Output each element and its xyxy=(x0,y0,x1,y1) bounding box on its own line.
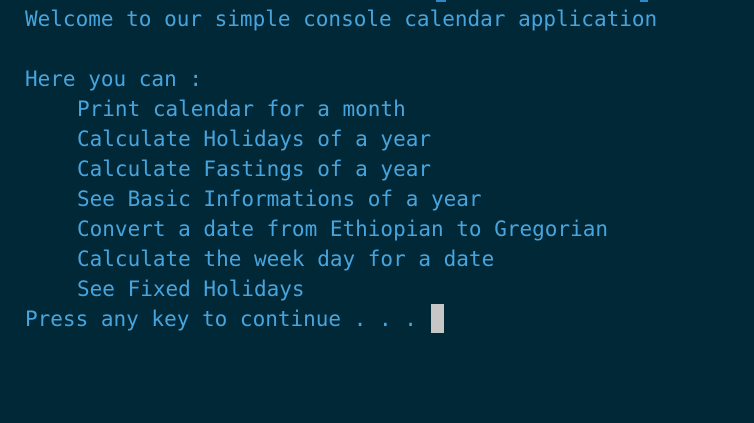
menu-item-calculate-holidays: Calculate Holidays of a year xyxy=(77,127,432,151)
console-window: { "colors": { "background": "#002837", "… xyxy=(0,0,754,423)
prompt-line[interactable]: Press any key to continue . . . xyxy=(25,304,754,334)
menu-item-convert-date: Convert a date from Ethiopian to Gregori… xyxy=(77,217,609,241)
welcome-line: Welcome to our simple console calendar a… xyxy=(25,7,658,31)
scroll-artifact xyxy=(640,0,648,2)
menu-item-print-calendar: Print calendar for a month xyxy=(77,97,406,121)
console-output: Welcome to our simple console calendar a… xyxy=(0,0,754,423)
menu-item-basic-informations: See Basic Informations of a year xyxy=(77,187,482,211)
menu-item-week-day: Calculate the week day for a date xyxy=(77,247,495,271)
text-cursor xyxy=(430,304,444,333)
menu-item-fixed-holidays: See Fixed Holidays xyxy=(77,277,305,301)
scroll-artifact xyxy=(436,0,446,2)
menu-item-calculate-fastings: Calculate Fastings of a year xyxy=(77,157,432,181)
continue-prompt: Press any key to continue . . . xyxy=(25,307,430,331)
intro-line: Here you can : xyxy=(25,67,203,91)
